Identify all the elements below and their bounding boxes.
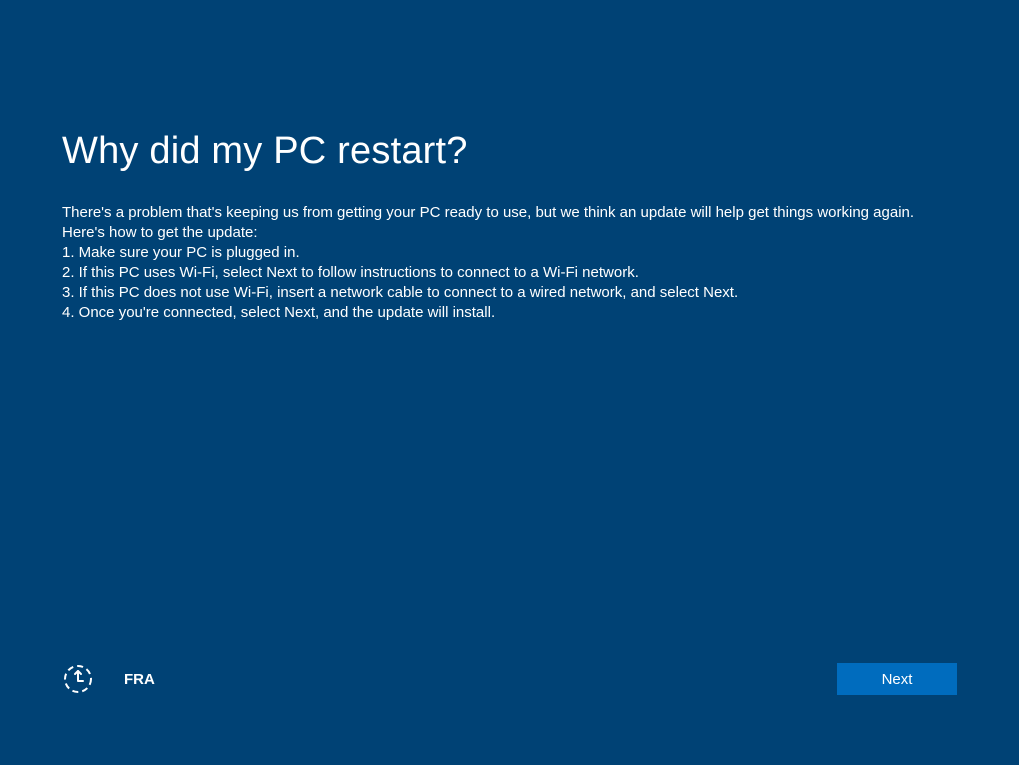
page-title: Why did my PC restart? <box>62 130 957 173</box>
step4-text: 4. Once you're connected, select Next, a… <box>62 303 957 323</box>
step2-text: 2. If this PC uses Wi-Fi, select Next to… <box>62 263 957 283</box>
step1-text: 1. Make sure your PC is plugged in. <box>62 243 957 263</box>
ease-of-access-button[interactable] <box>62 663 94 695</box>
intro-text: There's a problem that's keeping us from… <box>62 203 957 223</box>
next-button[interactable]: Next <box>837 663 957 695</box>
ease-of-access-icon <box>62 663 94 695</box>
howto-text: Here's how to get the update: <box>62 223 957 243</box>
step3-text: 3. If this PC does not use Wi-Fi, insert… <box>62 283 957 303</box>
language-selector[interactable]: FRA <box>124 671 155 688</box>
body-text: There's a problem that's keeping us from… <box>62 203 957 323</box>
